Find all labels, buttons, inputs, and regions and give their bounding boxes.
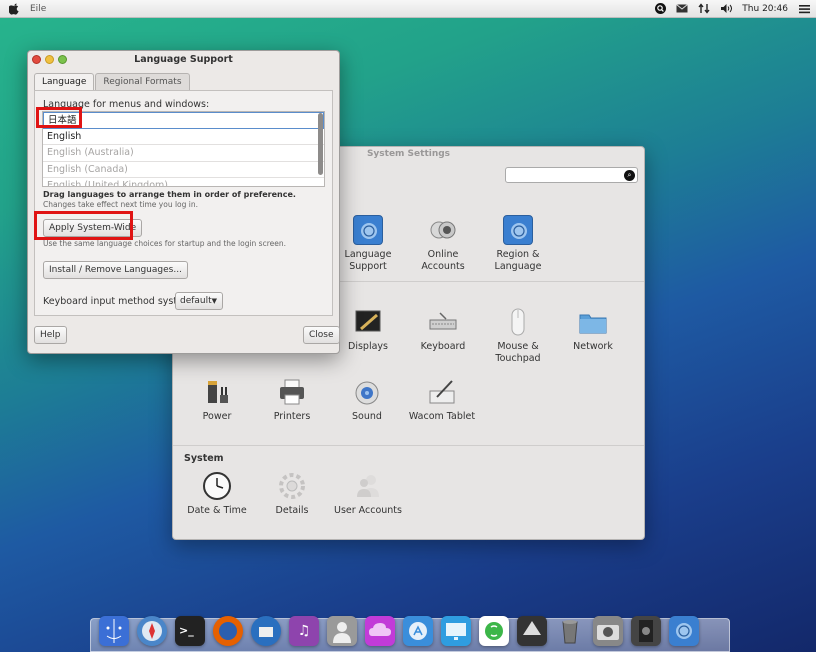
skype-icon[interactable] [479, 616, 509, 646]
language-row-japanese[interactable]: 日本語 [43, 112, 324, 129]
language-row-english-australia[interactable]: English (Australia) [43, 145, 324, 162]
mouse-touchpad-item[interactable]: Mouse & Touchpad [480, 307, 556, 365]
search-icon[interactable] [654, 3, 666, 15]
clock-icon [202, 471, 232, 501]
network-icon[interactable] [698, 3, 710, 15]
language-list[interactable]: 日本語 English English (Australia) English … [42, 111, 325, 187]
region-language-label: Region & Language [494, 249, 542, 272]
list-scrollbar[interactable] [318, 113, 323, 175]
keyboard-input-select[interactable]: default ▼ [175, 292, 223, 310]
printers-item[interactable]: Printers [254, 377, 330, 423]
sound-icon [352, 377, 382, 407]
language-support-icon[interactable] [669, 616, 699, 646]
search-input[interactable]: ⌕ [505, 167, 638, 183]
user-accounts-item[interactable]: User Accounts [330, 471, 406, 517]
clock-label[interactable]: Thu 20:46 [742, 4, 788, 14]
terminal-icon[interactable]: >_ [175, 616, 205, 646]
install-remove-languages-button[interactable]: Install / Remove Languages... [43, 261, 188, 279]
sound-label: Sound [352, 411, 382, 422]
online-accounts-icon [428, 215, 458, 245]
changes-hint: Changes take effect next time you log in… [43, 200, 198, 209]
power-item[interactable]: Power [179, 377, 255, 423]
drag-hint: Drag languages to arrange them in order … [43, 190, 296, 199]
region-language-item[interactable]: Region & Language [480, 215, 556, 273]
tab-bar: Language Regional Formats [34, 73, 191, 91]
date-time-label: Date & Time [187, 505, 247, 516]
top-menubar: Eile Thu 20:46 [0, 0, 816, 18]
keyboard-item[interactable]: Keyboard [405, 307, 481, 353]
language-support-item[interactable]: Language Support [330, 215, 406, 273]
mouse-icon [503, 307, 533, 337]
wacom-tablet-label: Wacom Tablet [408, 411, 476, 422]
contacts-icon[interactable] [327, 616, 357, 646]
trash-icon[interactable] [555, 616, 585, 646]
firefox-icon[interactable] [213, 616, 243, 646]
itunes-icon[interactable]: ♫ [289, 616, 319, 646]
language-support-window: Language Support Language Regional Forma… [27, 50, 340, 354]
help-button[interactable]: Help [34, 326, 67, 344]
dock: >_ ♫ [90, 616, 730, 652]
system-section-heading: System [184, 453, 224, 464]
keyboard-input-label: Keyboard input method system: [43, 296, 196, 307]
sound-item[interactable]: Sound [329, 377, 405, 423]
language-row-english[interactable]: English [43, 129, 324, 146]
search-icon: ⌕ [624, 170, 635, 181]
mail-icon[interactable] [676, 3, 689, 15]
network-item[interactable]: Network [555, 307, 631, 353]
thunderbird-icon[interactable] [251, 616, 281, 646]
region-language-icon [503, 215, 533, 245]
inkscape-icon[interactable] [517, 616, 547, 646]
wacom-tablet-icon [427, 377, 457, 407]
language-support-icon [353, 215, 383, 245]
power-label: Power [202, 411, 232, 422]
network-folder-icon [578, 307, 608, 337]
tab-language[interactable]: Language [34, 73, 95, 91]
monitor-icon[interactable] [441, 616, 471, 646]
apply-hint: Use the same language choices for startu… [43, 239, 286, 248]
window-title: Language Support [134, 54, 233, 65]
online-accounts-label: Online Accounts [421, 249, 465, 272]
power-icon [202, 377, 232, 407]
network-label: Network [573, 341, 613, 352]
cloud-icon[interactable] [365, 616, 395, 646]
displays-label: Displays [348, 341, 388, 352]
details-item[interactable]: Details [254, 471, 330, 517]
keyboard-icon [428, 307, 458, 337]
menu-icon[interactable] [798, 3, 810, 15]
tab-regional-formats[interactable]: Regional Formats [95, 73, 190, 91]
language-list-label: Language for menus and windows: [43, 99, 210, 110]
details-label: Details [275, 505, 309, 516]
volume-icon[interactable] [720, 3, 733, 15]
apply-system-wide-button[interactable]: Apply System-Wide [43, 219, 143, 237]
printers-label: Printers [273, 411, 311, 422]
active-app-menu[interactable]: Eile [30, 4, 46, 14]
mouse-touchpad-label: Mouse & Touchpad [495, 341, 541, 364]
printer-icon [277, 377, 307, 407]
film-icon[interactable] [631, 616, 661, 646]
keyboard-input-value: default [180, 296, 212, 306]
apple-logo-icon[interactable] [7, 3, 20, 15]
user-accounts-label: User Accounts [334, 505, 402, 516]
chevron-down-icon: ▼ [211, 297, 217, 305]
displays-icon [353, 307, 383, 337]
language-support-label: Language Support [344, 249, 392, 272]
safari-icon[interactable] [137, 616, 167, 646]
language-tab-panel: Language for menus and windows: 日本語 Engl… [34, 90, 333, 316]
displays-item[interactable]: Displays [330, 307, 406, 353]
close-button[interactable]: Close [303, 326, 340, 344]
camera-icon[interactable] [593, 616, 623, 646]
gear-icon [277, 471, 307, 501]
keyboard-label: Keyboard [420, 341, 466, 352]
users-icon [353, 471, 383, 501]
window-titlebar: Language Support [28, 51, 339, 69]
section-divider [173, 445, 644, 446]
app-store-icon[interactable] [403, 616, 433, 646]
date-time-item[interactable]: Date & Time [179, 471, 255, 517]
language-row-english-uk[interactable]: English (United Kingdom) [43, 178, 324, 186]
finder-icon[interactable] [99, 616, 129, 646]
wacom-tablet-item[interactable]: Wacom Tablet [404, 377, 480, 423]
language-row-english-canada[interactable]: English (Canada) [43, 162, 324, 179]
online-accounts-item[interactable]: Online Accounts [405, 215, 481, 273]
